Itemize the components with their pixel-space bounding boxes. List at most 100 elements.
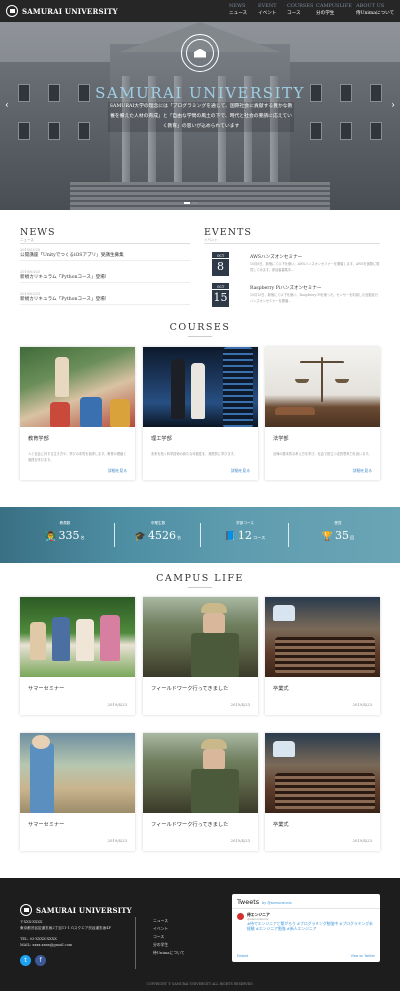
campus-card[interactable]: 卒業式 2019/4/23 xyxy=(265,733,380,851)
stat-value: 35 xyxy=(335,529,349,542)
news-item[interactable]: 2019/03/25 公開講座「UnityでつくるiOSアプリ」受講生募集 xyxy=(20,248,190,261)
nav-ja-label: 分の学生 xyxy=(316,11,335,16)
course-card-science[interactable]: 理工学部 未来を拓く科学技術の新たな可能性を、実践的に学びます。 詳細を見る xyxy=(143,347,258,480)
stat-label: 受賞 xyxy=(334,521,342,525)
twitter-embed-link[interactable]: Embed xyxy=(237,954,248,958)
news-divider xyxy=(20,243,190,244)
campus-title[interactable]: サマーセミナー xyxy=(28,685,135,692)
course-card-law[interactable]: 法学部 法律の基本的な考え方を学び、社会で役立つ法的思考力を養います。 詳細を見… xyxy=(265,347,380,480)
university-emblem-icon xyxy=(20,904,32,916)
footer-mail: MAIL: xxxx.xxxx@gmail.com xyxy=(20,943,73,947)
screen xyxy=(273,741,295,757)
site-logo[interactable]: SAMURAI UNIVERSITY xyxy=(6,5,118,17)
person-figure xyxy=(191,363,205,419)
course-title: 理工学部 xyxy=(151,436,172,442)
stat-separator xyxy=(114,523,115,547)
nav-item-event[interactable]: EVENT イベント xyxy=(258,3,287,17)
nav-item-about[interactable]: ABOUT US 侍Unimaについて xyxy=(356,3,396,17)
twitter-icon[interactable]: t xyxy=(20,955,31,966)
audience-rows xyxy=(275,773,375,809)
course-details-link[interactable]: 詳細を見る xyxy=(353,468,372,474)
twitter-view-link[interactable]: View on Twitter xyxy=(351,954,375,958)
campus-title[interactable]: サマーセミナー xyxy=(28,821,135,828)
slider-dot[interactable] xyxy=(192,202,198,204)
stat-value-row: 📘 12 コース xyxy=(205,529,285,542)
campus-card[interactable]: フィールドワーク行ってきました 2019/4/23 xyxy=(143,733,258,851)
course-image-scales xyxy=(265,347,380,427)
avatar[interactable] xyxy=(237,913,244,920)
twitter-widget-handle[interactable]: by @samuraiuniv xyxy=(262,901,292,905)
hat xyxy=(201,603,227,613)
campus-image-walkway xyxy=(20,733,135,813)
nav-en-label: EVENT xyxy=(258,3,277,9)
course-card-education[interactable]: 教育学部 人と社会に対する生き方や、学びの本質を追求します。教育の理論と実践を学… xyxy=(20,347,135,480)
campus-title[interactable]: フィールドワーク行ってきました xyxy=(151,685,258,692)
stat-label: 教員数 xyxy=(59,521,71,525)
courses-heading-underline xyxy=(188,336,212,337)
courses-heading: COURSES xyxy=(169,322,231,333)
tweet-body[interactable]: #侍でエンジニアと繋がろう #プログラミング勉強中 #プログラミング未経験 #エ… xyxy=(247,921,375,931)
footer-zip: 〒XXX-XXXX xyxy=(20,920,43,924)
slider-dot[interactable] xyxy=(184,202,190,204)
campus-date: 2019/4/23 xyxy=(107,702,127,707)
campus-date: 2019/4/23 xyxy=(230,838,250,843)
campus-card[interactable]: サマーセミナー 2019/4/23 xyxy=(20,733,135,851)
gavel xyxy=(275,407,315,415)
course-details-link[interactable]: 詳細を見る xyxy=(231,468,250,474)
nav-en-label: CAMPUSLIFE xyxy=(316,3,352,9)
nav-item-news[interactable]: NEWS ニュース xyxy=(229,3,258,17)
stat-separator xyxy=(288,523,289,547)
stat-value: 4526 xyxy=(148,529,176,542)
nav-ja-label: イベント xyxy=(258,11,277,16)
stat-value-row: 🎓 4526 名 xyxy=(118,529,198,542)
campus-card[interactable]: サマーセミナー 2019/4/23 xyxy=(20,597,135,715)
jacket xyxy=(191,769,239,813)
twitter-widget[interactable]: Tweets by @samuraiuniv 侍エンジニア @samuraiuni… xyxy=(232,894,380,962)
site-logo-text: SAMURAI UNIVERSITY xyxy=(22,6,118,16)
stat-unit: 名 xyxy=(80,535,85,540)
event-body: 10月15日、新宿にて以下を使い、Raspberry Piを使った、センサーを利… xyxy=(250,293,378,303)
footer-address: 東京都渋谷区道玄坂2丁目11-1 Gスクエア渋谷道玄坂4F xyxy=(20,926,112,930)
campus-title[interactable]: フィールドワーク行ってきました xyxy=(151,821,258,828)
scale-pan xyxy=(295,379,309,383)
facebook-icon[interactable]: f xyxy=(35,955,46,966)
campus-image-graduation xyxy=(265,733,380,813)
event-title[interactable]: Raspberry Piハンズオンセミナー xyxy=(250,285,322,291)
news-title[interactable]: 新規カリキュラム「Pythonコース」登場! xyxy=(20,274,190,282)
event-item[interactable]: OCT 8 AWSハンズオンセミナー 10月8日、新宿にて以下を使い、AWSハン… xyxy=(204,252,380,280)
copyright: COPYRIGHT © SAMURAI UNIVERSITY ALL RIGHT… xyxy=(146,982,254,986)
footer-link-campuslife[interactable]: 分の学生 xyxy=(153,942,168,948)
footer-link-about[interactable]: 侍Unimaについて xyxy=(153,950,185,956)
footer-logo[interactable]: SAMURAI UNIVERSITY xyxy=(20,904,132,916)
stat-label: 学部コース xyxy=(236,521,254,525)
news-title[interactable]: 新規カリキュラム「Pythonコース」登場! xyxy=(20,296,190,304)
face xyxy=(203,613,225,633)
teacher-icon: 👨‍🏫 xyxy=(45,532,57,542)
news-item[interactable]: 2019/03/25 新規カリキュラム「Pythonコース」登場! xyxy=(20,292,190,305)
nav-ja-label: ニュース xyxy=(229,11,248,16)
nav-item-courses[interactable]: COURSES コース xyxy=(287,3,316,17)
nav-en-label: NEWS xyxy=(229,3,246,9)
event-title[interactable]: AWSハンズオンセミナー xyxy=(250,254,302,260)
news-title[interactable]: 公開講座「UnityでつくるiOSアプリ」受講生募集 xyxy=(20,252,190,260)
stat-awards: 受賞 🏆 35 回 xyxy=(298,521,378,542)
event-item[interactable]: OCT 15 Raspberry Piハンズオンセミナー 10月15日、新宿にて… xyxy=(204,283,380,311)
campus-image-students xyxy=(20,597,135,677)
chevron-right-icon[interactable]: › xyxy=(391,100,395,111)
campus-card[interactable]: フィールドワーク行ってきました 2019/4/23 xyxy=(143,597,258,715)
campus-title[interactable]: 卒業式 xyxy=(273,821,380,828)
scale-beam xyxy=(300,361,344,363)
course-details-link[interactable]: 詳細を見る xyxy=(108,468,127,474)
footer-link-news[interactable]: ニュース xyxy=(153,918,168,924)
campus-card[interactable]: 卒業式 2019/4/23 xyxy=(265,597,380,715)
news-item[interactable]: 2019/03/25 新規カリキュラム「Pythonコース」登場! xyxy=(20,270,190,283)
nav-ja-label: 侍Unimaについて xyxy=(356,11,395,16)
nav-item-campuslife[interactable]: CAMPUSLIFE 分の学生 xyxy=(316,3,356,17)
stat-unit: 回 xyxy=(350,535,355,540)
chevron-left-icon[interactable]: ‹ xyxy=(5,100,9,111)
campus-title[interactable]: 卒業式 xyxy=(273,685,380,692)
event-day: 15 xyxy=(213,291,228,304)
top-nav: SAMURAI UNIVERSITY NEWS ニュース EVENT イベント CO… xyxy=(0,0,400,22)
footer-link-event[interactable]: イベント xyxy=(153,926,168,932)
footer-link-courses[interactable]: コース xyxy=(153,934,164,940)
